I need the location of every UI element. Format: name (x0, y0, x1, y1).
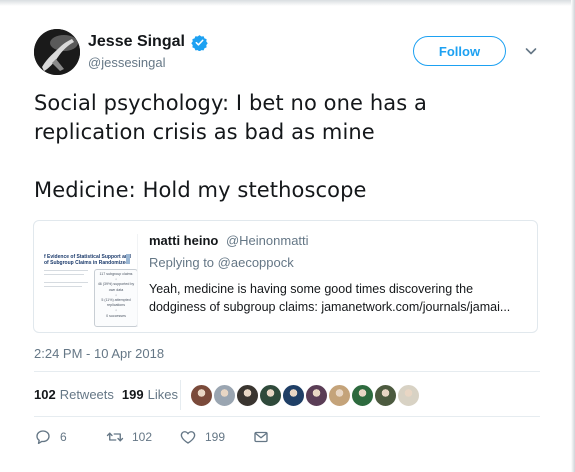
liker-avatar[interactable] (213, 384, 236, 407)
liker-avatar[interactable] (397, 384, 420, 407)
top-edge (0, 0, 575, 6)
direct-message-action[interactable] (252, 428, 270, 446)
retweet-action[interactable]: 102 (106, 428, 152, 446)
replying-mention[interactable]: @aecoppock (218, 255, 294, 270)
tweet-text-spacer (34, 147, 554, 176)
liker-avatar[interactable] (374, 384, 397, 407)
tweet-timestamp[interactable]: 2:24 PM - 10 Apr 2018 (34, 346, 164, 361)
tweet-text-line-2: replication crisis as bad as mine (34, 120, 375, 144)
heart-icon (180, 431, 196, 444)
thumb-text-line (44, 270, 88, 271)
tweet-card: Jesse Singal @jessesingal Follow Social … (0, 0, 575, 472)
quoted-author-handle[interactable]: @Heinonmatti (226, 233, 309, 248)
liker-avatar[interactable] (236, 384, 259, 407)
thumb-flow-line: 0 successes (106, 313, 126, 318)
quoted-tweet[interactable]: f Evidence of Statistical Support and of… (33, 220, 538, 333)
divider-top (34, 371, 540, 372)
avatar-image (34, 29, 80, 75)
engagement-stats: 102 Retweets 199 Likes (34, 387, 186, 402)
quoted-author-row: matti heino @Heinonmatti (149, 233, 309, 248)
tweet-text: Social psychology: I bet no one has a re… (34, 89, 554, 205)
envelope-icon (254, 431, 268, 443)
reply-icon (36, 430, 50, 445)
quoted-tweet-image[interactable]: f Evidence of Statistical Support and of… (44, 234, 138, 327)
quoted-author-name[interactable]: matti heino (149, 233, 218, 248)
stats-separator (180, 380, 181, 410)
quoted-tweet-text: Yeah, medicine is having some good times… (149, 280, 529, 316)
retweets-label: Retweets (59, 387, 114, 402)
tweet-text-line-3: Medicine: Hold my stethoscope (34, 178, 367, 202)
thumb-title-line-2: of Subgroup Claims in Randomized (44, 260, 129, 266)
replying-prefix: Replying to (149, 255, 218, 270)
chevron-down-icon[interactable] (524, 44, 538, 58)
follow-button[interactable]: Follow (413, 36, 506, 66)
quoted-body-line-1: Yeah, medicine is having some good times… (149, 282, 474, 296)
likers-avatars (190, 384, 420, 407)
verified-badge-icon (191, 34, 208, 51)
retweet-count: 102 (132, 430, 153, 444)
thumb-text-line (44, 286, 82, 287)
thumb-accent (126, 254, 130, 264)
author-display-name[interactable]: Jesse Singal (88, 33, 185, 51)
liker-avatar[interactable] (190, 384, 213, 407)
author-name-row: Jesse Singal (88, 33, 208, 51)
liker-avatar[interactable] (282, 384, 305, 407)
liker-avatar[interactable] (351, 384, 374, 407)
retweets-count: 102 (34, 387, 56, 402)
quoted-replying-to: Replying to @aecoppock (149, 255, 294, 270)
thumb-text-line (44, 282, 88, 283)
like-count: 199 (205, 430, 226, 444)
retweet-icon (106, 432, 124, 442)
liker-avatar[interactable] (328, 384, 351, 407)
quoted-body-line-2: dodginess of subgroup claims: jamanetwor… (149, 300, 511, 314)
like-action[interactable]: 199 (179, 428, 225, 446)
thumb-text-line (44, 274, 84, 275)
likes-label: Likes (147, 387, 178, 402)
liker-avatar[interactable] (259, 384, 282, 407)
likes-count: 199 (121, 387, 144, 402)
thumb-title: f Evidence of Statistical Support and of… (44, 254, 131, 266)
divider-bottom (34, 416, 540, 417)
tweet-text-line-1: Social psychology: I bet no one has a (34, 91, 427, 115)
author-handle[interactable]: @jessesingal (88, 55, 166, 70)
liker-avatar[interactable] (305, 384, 328, 407)
right-edge (571, 0, 575, 472)
author-avatar[interactable] (34, 29, 80, 75)
retweets-stat[interactable]: 102 Retweets (34, 387, 114, 402)
likes-stat[interactable]: 199 Likes (122, 387, 178, 402)
reply-action[interactable]: 6 (34, 428, 67, 446)
thumb-flow-line: 46 (39%) supported by (97, 282, 135, 287)
thumb-flowchart: 117 subgroup claims ↓ 46 (39%) supported b… (94, 269, 137, 327)
reply-count: 6 (60, 430, 67, 444)
